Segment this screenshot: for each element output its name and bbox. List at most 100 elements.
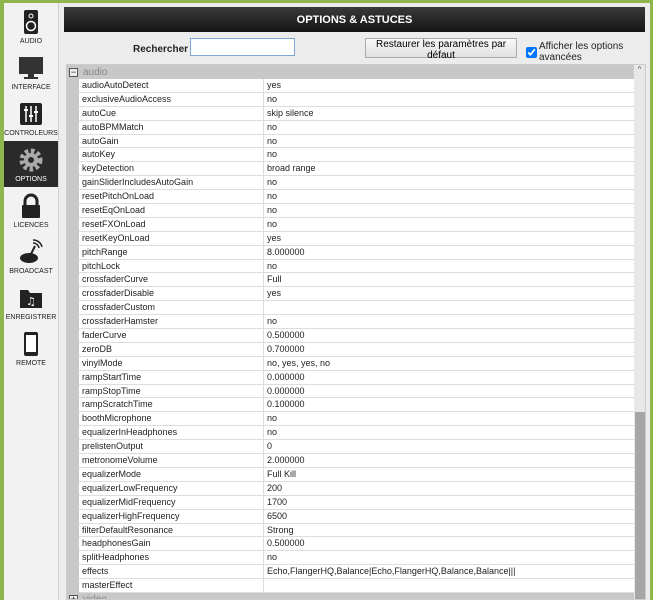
table-row[interactable]: equalizerMode Full Kill	[67, 467, 635, 482]
option-value[interactable]: no	[264, 315, 635, 330]
table-row[interactable]: resetPitchOnLoad no	[67, 190, 635, 205]
option-value[interactable]: yes	[264, 287, 635, 302]
table-row[interactable]: gainSliderIncludesAutoGain no	[67, 176, 635, 191]
option-value[interactable]: yes	[264, 79, 635, 93]
option-value[interactable]: no	[264, 260, 635, 274]
option-value[interactable]: Strong	[264, 524, 635, 538]
scrollbar-thumb[interactable]	[635, 412, 645, 599]
row-gutter	[67, 176, 79, 191]
option-value[interactable]: broad range	[264, 162, 635, 177]
option-value[interactable]: 6500	[264, 510, 635, 524]
scroll-up-icon[interactable]: ^	[634, 65, 645, 77]
option-name: splitHeadphones	[79, 551, 264, 566]
group-video[interactable]: + video	[67, 592, 635, 599]
table-row[interactable]: vinylMode no, yes, yes, no	[67, 356, 635, 371]
option-value[interactable]: 0.500000	[264, 537, 635, 552]
table-row[interactable]: exclusiveAudioAccess no	[67, 92, 635, 107]
option-value[interactable]: no	[264, 218, 635, 232]
scrollbar[interactable]: ^	[634, 65, 645, 599]
collapse-icon[interactable]: −	[69, 67, 78, 77]
table-row[interactable]: rampStartTime 0.000000	[67, 370, 635, 385]
option-value[interactable]: 0.000000	[264, 371, 635, 385]
table-row[interactable]: masterEffect	[67, 579, 635, 593]
option-value[interactable]: Full Kill	[264, 468, 635, 482]
sidebar-item-remote[interactable]: REMOTE	[4, 325, 58, 371]
sidebar-item-options[interactable]: OPTIONS	[4, 141, 58, 187]
table-row[interactable]: splitHeadphones no	[67, 551, 635, 566]
search-input[interactable]	[190, 38, 295, 56]
option-value[interactable]: no	[264, 426, 635, 441]
advanced-options-toggle[interactable]: Afficher les options avancées	[526, 41, 650, 63]
expand-icon[interactable]: +	[69, 595, 78, 599]
table-row[interactable]: autoCue skip silence	[67, 106, 635, 121]
sidebar-item-interface[interactable]: INTERFACE	[4, 49, 58, 95]
table-row[interactable]: pitchLock no	[67, 259, 635, 274]
option-value[interactable]: 0	[264, 440, 635, 455]
option-value[interactable]: 1700	[264, 496, 635, 510]
option-value[interactable]: no, yes, yes, no	[264, 357, 635, 371]
table-row[interactable]: crossfaderCustom	[67, 301, 635, 316]
option-value[interactable]: 0.100000	[264, 398, 635, 413]
sidebar-item-label: ENREGISTRER	[5, 314, 57, 321]
table-row[interactable]: resetEqOnLoad no	[67, 204, 635, 218]
option-value[interactable]: no	[264, 148, 635, 163]
table-row[interactable]: headphonesGain 0.500000	[67, 537, 635, 552]
table-row[interactable]: zeroDB 0.700000	[67, 342, 635, 357]
table-row[interactable]: pitchRange 8.000000	[67, 245, 635, 260]
table-row[interactable]: rampScratchTime 0.100000	[67, 398, 635, 413]
table-row[interactable]: equalizerInHeadphones no	[67, 426, 635, 441]
row-gutter	[67, 245, 79, 260]
option-value[interactable]: 0.700000	[264, 343, 635, 357]
row-gutter	[67, 342, 79, 357]
option-value[interactable]	[264, 579, 635, 593]
table-row[interactable]: autoBPMMatch no	[67, 120, 635, 135]
sidebar-item-broadcast[interactable]: BROADCAST	[4, 233, 58, 279]
table-row[interactable]: resetKeyOnLoad yes	[67, 231, 635, 246]
sidebar-item-audio[interactable]: AUDIO	[4, 3, 58, 49]
sidebar-item-licences[interactable]: LICENCES	[4, 187, 58, 233]
table-row[interactable]: faderCurve 0.500000	[67, 329, 635, 343]
option-value[interactable]: no	[264, 412, 635, 427]
option-value[interactable]: 200	[264, 482, 635, 496]
sidebar-item-enregistrer[interactable]: ♫ ENREGISTRER	[4, 279, 58, 325]
table-row[interactable]: equalizerHighFrequency 6500	[67, 509, 635, 524]
option-value[interactable]: yes	[264, 232, 635, 246]
option-value[interactable]: skip silence	[264, 107, 635, 121]
option-value[interactable]: Full	[264, 273, 635, 288]
table-row[interactable]: rampStopTime 0.000000	[67, 384, 635, 399]
table-row[interactable]: autoKey no	[67, 148, 635, 163]
option-value[interactable]: no	[264, 190, 635, 205]
option-value[interactable]: no	[264, 551, 635, 566]
advanced-options-checkbox[interactable]	[526, 46, 537, 58]
table-row[interactable]: crossfaderHamster no	[67, 315, 635, 330]
option-value[interactable]: no	[264, 204, 635, 218]
option-value[interactable]: 0.500000	[264, 329, 635, 343]
option-value[interactable]: 2.000000	[264, 454, 635, 468]
option-value[interactable]: no	[264, 121, 635, 135]
option-value[interactable]: 8.000000	[264, 246, 635, 260]
option-value[interactable]: Echo,FlangerHQ,Balance|Echo,FlangerHQ,Ba…	[264, 565, 635, 580]
row-gutter	[67, 259, 79, 274]
sidebar-item-controleurs[interactable]: CONTROLEURS	[4, 95, 58, 141]
table-row[interactable]: effects Echo,FlangerHQ,Balance|Echo,Flang…	[67, 565, 635, 580]
table-row[interactable]: equalizerMidFrequency 1700	[67, 495, 635, 510]
row-gutter	[67, 162, 79, 177]
option-value[interactable]: no	[264, 135, 635, 149]
table-row[interactable]: audioAutoDetect yes	[67, 79, 635, 93]
table-row[interactable]: filterDefaultResonance Strong	[67, 523, 635, 538]
option-value[interactable]	[264, 301, 635, 316]
table-row[interactable]: autoGain no	[67, 134, 635, 149]
table-row[interactable]: equalizerLowFrequency 200	[67, 481, 635, 496]
option-value[interactable]: no	[264, 176, 635, 191]
restore-defaults-button[interactable]: Restaurer les paramètres par défaut	[365, 38, 517, 61]
table-row[interactable]: prelistenOutput 0	[67, 440, 635, 455]
table-row[interactable]: crossfaderCurve Full	[67, 273, 635, 288]
table-row[interactable]: keyDetection broad range	[67, 162, 635, 177]
group-audio[interactable]: − audio	[67, 65, 635, 79]
table-row[interactable]: crossfaderDisable yes	[67, 287, 635, 302]
option-value[interactable]: no	[264, 93, 635, 107]
option-value[interactable]: 0.000000	[264, 385, 635, 399]
table-row[interactable]: boothMicrophone no	[67, 412, 635, 427]
table-row[interactable]: metronomeVolume 2.000000	[67, 454, 635, 468]
table-row[interactable]: resetFXOnLoad no	[67, 217, 635, 232]
